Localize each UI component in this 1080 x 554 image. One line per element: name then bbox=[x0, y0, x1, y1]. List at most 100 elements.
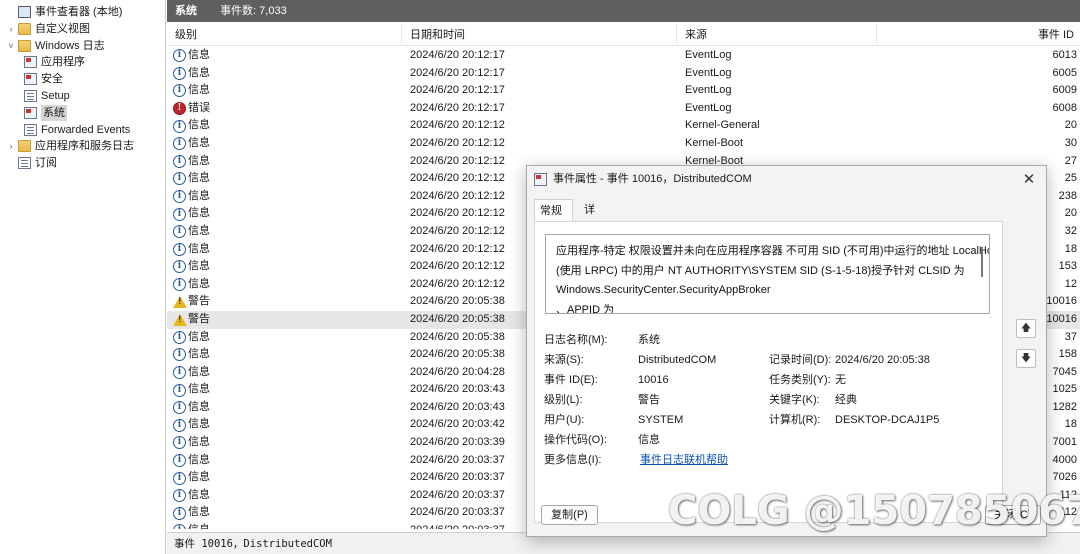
tree-item-label: 应用程序 bbox=[41, 56, 85, 68]
level-cell: i信息 bbox=[173, 399, 401, 417]
tree-item[interactable]: Setup bbox=[24, 88, 70, 104]
general-tab-panel: 应用程序-特定 权限设置并未向在应用程序容器 不可用 SID (不可用)中运行的… bbox=[534, 221, 1003, 523]
info-icon: i bbox=[173, 66, 186, 80]
level-cell: i信息 bbox=[173, 153, 401, 171]
log-icon bbox=[24, 73, 37, 85]
level-text: 警告 bbox=[188, 312, 210, 325]
warning-icon bbox=[173, 313, 187, 326]
tree-item[interactable]: 应用程序 bbox=[24, 54, 85, 70]
tree-item[interactable]: 安全 bbox=[24, 71, 63, 87]
level-cell: i信息 bbox=[173, 276, 401, 294]
field-task-category: 任务类别(Y): 无 bbox=[769, 373, 999, 387]
level-cell: i信息 bbox=[173, 434, 401, 452]
tab-general[interactable]: 常规 bbox=[534, 199, 573, 222]
level-cell: i信息 bbox=[173, 223, 401, 241]
keywords-value: 经典 bbox=[835, 394, 857, 406]
info-icon: i bbox=[173, 506, 186, 520]
level-text: 信息 bbox=[188, 207, 210, 220]
level-text: 信息 bbox=[188, 383, 210, 396]
datetime-cell: 2024/6/20 20:12:17 bbox=[410, 101, 505, 114]
level-text: 信息 bbox=[188, 189, 210, 202]
description-scrollbar[interactable] bbox=[981, 247, 983, 277]
tree-item[interactable]: › 自定义视图 bbox=[6, 21, 90, 37]
event-id-cell: 20 bbox=[1064, 119, 1077, 132]
info-icon: i bbox=[173, 524, 186, 529]
level-text: 信息 bbox=[188, 436, 210, 449]
tree-item[interactable]: 订阅 bbox=[6, 155, 57, 171]
event-viewer-icon bbox=[534, 173, 547, 186]
event-row[interactable]: i 信息 2024/6/20 20:12:17 EventLog 6005 bbox=[167, 65, 1080, 83]
navigation-tree: 事件查看器 (本地) › 自定义视图 ˅ Windows 日志应用程序安全 Setup 系统… bbox=[0, 0, 166, 554]
dialog-title-bar[interactable]: 事件属性 - 事件 10016，DistributedCOM bbox=[527, 166, 1046, 193]
event-description[interactable]: 应用程序-特定 权限设置并未向在应用程序容器 不可用 SID (不可用)中运行的… bbox=[545, 234, 990, 314]
opcode-label: 操作代码(O): bbox=[544, 434, 607, 446]
column-header-level[interactable]: 级别 bbox=[167, 24, 402, 46]
tree-item[interactable]: Forwarded Events bbox=[24, 122, 130, 138]
level-cell: i信息 bbox=[173, 65, 401, 83]
level-cell: i信息 bbox=[173, 364, 401, 382]
expand-arrow-icon[interactable]: ˅ bbox=[6, 38, 16, 54]
column-header-event-id[interactable]: 事件 ID bbox=[877, 24, 1080, 46]
event-row[interactable]: i 信息 2024/6/20 20:12:17 EventLog 6013 bbox=[167, 47, 1080, 65]
tree-item[interactable]: 系统 bbox=[24, 105, 67, 121]
event-row[interactable]: i 信息 2024/6/20 20:12:17 EventLog 6009 bbox=[167, 82, 1080, 100]
source-cell: Kernel-General bbox=[685, 119, 760, 132]
source-label: 来源(S): bbox=[544, 354, 584, 366]
info-icon: i bbox=[173, 260, 186, 274]
expand-arrow-icon[interactable]: › bbox=[6, 138, 16, 154]
tree-item-label: 应用程序和服务日志 bbox=[35, 140, 134, 152]
previous-event-button[interactable]: 🡅 bbox=[1016, 319, 1036, 338]
level-cell: i信息 bbox=[173, 346, 401, 364]
description-line: 应用程序-特定 权限设置并未向在应用程序容器 不可用 SID (不可用)中运行的… bbox=[556, 245, 990, 257]
tree-item-label: 安全 bbox=[41, 73, 63, 85]
expand-arrow-icon[interactable]: › bbox=[6, 21, 16, 37]
level-text: 信息 bbox=[188, 172, 210, 185]
folder-icon bbox=[18, 140, 31, 152]
level-cell: i信息 bbox=[173, 82, 401, 100]
level-cell: i信息 bbox=[173, 135, 401, 153]
column-header-source[interactable]: 来源 bbox=[677, 24, 877, 46]
info-icon: i bbox=[173, 401, 186, 415]
info-icon: i bbox=[173, 365, 186, 379]
opcode-value: 信息 bbox=[638, 434, 660, 446]
event-properties-dialog: 事件属性 - 事件 10016，DistributedCOM ✕ 常规 详细信息… bbox=[526, 165, 1047, 537]
info-icon: i bbox=[173, 207, 186, 221]
copy-button[interactable]: 复制(P) bbox=[541, 505, 598, 525]
event-row[interactable]: ! 错误 2024/6/20 20:12:17 EventLog 6008 bbox=[167, 100, 1080, 118]
column-header-datetime[interactable]: 日期和时间 bbox=[402, 24, 677, 46]
field-source: 来源(S): DistributedCOM bbox=[544, 353, 764, 367]
log-icon bbox=[24, 56, 37, 68]
info-icon: i bbox=[173, 348, 186, 362]
tree-item[interactable]: › 应用程序和服务日志 bbox=[6, 138, 134, 154]
level-cell: i信息 bbox=[173, 487, 401, 505]
event-row[interactable]: i 信息 2024/6/20 20:12:12 Kernel-Boot 30 bbox=[167, 135, 1080, 153]
level-text: 信息 bbox=[188, 522, 210, 529]
level-cell: i信息 bbox=[173, 117, 401, 135]
source-cell: Kernel-Boot bbox=[685, 136, 744, 149]
level-cell: i信息 bbox=[173, 329, 401, 347]
tree-item[interactable]: ˅ Windows 日志 bbox=[6, 38, 105, 54]
dialog-title: 事件属性 - 事件 10016，DistributedCOM bbox=[553, 173, 752, 185]
tree-item[interactable]: 事件查看器 (本地) bbox=[6, 4, 122, 20]
level-cell: i信息 bbox=[173, 205, 401, 223]
tree-item-label: Windows 日志 bbox=[35, 40, 105, 52]
tab-details[interactable]: 详细信息 bbox=[579, 199, 600, 282]
more-info-link[interactable]: 事件日志联机帮助 bbox=[640, 453, 728, 467]
field-event-id: 事件 ID(E): 10016 bbox=[544, 373, 764, 387]
field-opcode: 操作代码(O): 信息 bbox=[544, 433, 764, 447]
event-id-cell: 6013 bbox=[1052, 49, 1077, 61]
level-text: 信息 bbox=[188, 136, 210, 149]
field-logged: 记录时间(D): 2024/6/20 20:05:38 bbox=[769, 353, 999, 367]
tree-item-label: Setup bbox=[41, 90, 70, 102]
next-event-button[interactable]: 🡇 bbox=[1016, 349, 1036, 368]
event-row[interactable]: i 信息 2024/6/20 20:12:12 Kernel-General 20 bbox=[167, 117, 1080, 135]
event-count: 事件数: 7,033 bbox=[220, 5, 287, 17]
level-label: 级别(L): bbox=[544, 394, 583, 406]
level-text: 信息 bbox=[188, 365, 210, 378]
level-text: 信息 bbox=[188, 119, 210, 132]
level-text: 信息 bbox=[188, 277, 210, 290]
level-text: 警告 bbox=[188, 295, 210, 308]
computer-value: DESKTOP-DCAJ1P5 bbox=[835, 414, 940, 426]
dialog-close-icon[interactable]: ✕ bbox=[1018, 169, 1040, 191]
level-text: 信息 bbox=[188, 348, 210, 361]
